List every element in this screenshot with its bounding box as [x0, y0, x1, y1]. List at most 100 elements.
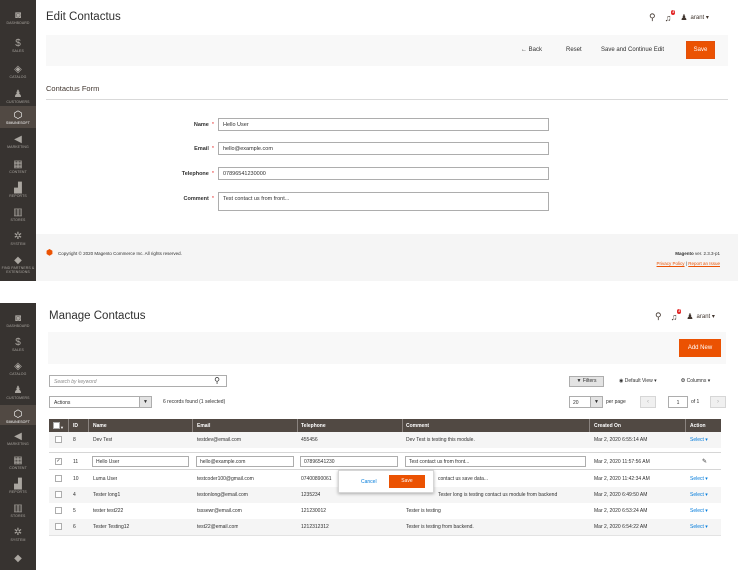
header-tools: ⚲ ♫ 2 ♟ arant ▾: [640, 9, 709, 23]
telephone-field[interactable]: 07896541230000: [218, 167, 549, 180]
user-menu[interactable]: arant ▾: [691, 14, 709, 21]
sidebar-item-stores[interactable]: ▥ STORES: [0, 203, 36, 227]
row-checkbox[interactable]: [55, 523, 62, 530]
sidebar-item-label: DASHBOARD: [6, 21, 30, 25]
pencil-icon[interactable]: ✎: [702, 458, 707, 465]
sidebar-item-content[interactable]: ▦ CONTENT: [0, 451, 36, 475]
sidebar-item-extensions[interactable]: ◆: [0, 549, 36, 569]
prev-page-button[interactable]: ‹: [640, 396, 656, 408]
sidebar-item-label: STORES: [10, 514, 26, 518]
cube-icon: ◈: [14, 361, 22, 372]
sidebar-item-dashboard[interactable]: ◙ DASHBOARD: [0, 6, 36, 30]
row-checkbox[interactable]: [55, 507, 62, 514]
sidebar-item-reports[interactable]: ▟ REPORTS: [0, 475, 36, 499]
row-action-select[interactable]: Select ▾: [690, 524, 708, 530]
screenshot-separator: [0, 281, 738, 303]
sidebar-item-simunesoft[interactable]: ⬡ SIMUNESOFT: [0, 106, 36, 128]
per-page-select[interactable]: 20 ▼: [569, 396, 603, 408]
cell-id: 6: [73, 524, 76, 530]
col-name[interactable]: Name: [93, 423, 107, 429]
cell-name: tester test222: [93, 508, 124, 514]
search-input[interactable]: Search by keyword ⚲: [49, 375, 227, 387]
row-action-select[interactable]: Select ▾: [690, 508, 708, 514]
sidebar-item-sales[interactable]: $ SALES: [0, 333, 36, 357]
hexagon-icon: ⬡: [13, 409, 23, 420]
sidebar-item-marketing[interactable]: ◀ MARKETING: [0, 130, 36, 154]
col-telephone[interactable]: Telephone: [301, 423, 326, 429]
col-id[interactable]: ID: [73, 423, 78, 429]
sidebar-item-reports[interactable]: ▟ REPORTS: [0, 179, 36, 203]
sidebar-item-marketing[interactable]: ◀ MARKETING: [0, 427, 36, 451]
mass-select-checkbox[interactable]: ▼: [53, 422, 64, 431]
user-menu[interactable]: arant ▾: [697, 313, 715, 320]
add-new-button[interactable]: Add New: [679, 339, 721, 357]
back-button[interactable]: ← Back: [521, 47, 542, 53]
name-field[interactable]: Hello User: [218, 118, 549, 131]
row-checkbox[interactable]: [55, 436, 62, 443]
bar-chart-icon: ▟: [14, 183, 22, 194]
sidebar-item-dashboard[interactable]: ◙ DASHBOARD: [0, 309, 36, 333]
filters-button[interactable]: ▼ Filters: [569, 376, 604, 387]
actions-dropdown[interactable]: Actions ▼: [49, 396, 152, 408]
row-checkbox[interactable]: [55, 491, 62, 498]
columns-selector[interactable]: ❂ Columns ▾: [681, 378, 710, 384]
row-action-select[interactable]: Select ▾: [690, 437, 708, 443]
save-button[interactable]: Save: [686, 41, 715, 59]
section-divider: [46, 99, 728, 100]
view-selector[interactable]: ◉ Default View ▾: [619, 378, 657, 384]
cell-email: testdev@email.com: [197, 437, 241, 443]
grid-header: ▼ ID Name Email Telephone Comment Create…: [49, 419, 721, 432]
bell-icon[interactable]: ♫ 2: [671, 308, 682, 322]
eye-icon: ◉: [619, 378, 624, 384]
table-row: 6 Tester Testing12 test22@email.com 1212…: [49, 519, 721, 535]
row-checkbox[interactable]: [55, 475, 62, 482]
footer-links: Privacy Policy | Report an Issue: [656, 261, 720, 266]
sidebar-item-sales[interactable]: $ SALES: [0, 34, 36, 58]
inline-comment-input[interactable]: Test contact us from front...: [405, 456, 586, 467]
row-action-select[interactable]: Select ▾: [690, 492, 708, 498]
sidebar-item-catalog[interactable]: ◈ CATALOG: [0, 60, 36, 84]
col-email[interactable]: Email: [197, 423, 210, 429]
cell-telephone: 455456: [301, 437, 318, 443]
col-created-on[interactable]: Created On: [594, 423, 621, 429]
comment-field[interactable]: Test contact us from front...: [218, 192, 549, 211]
cell-comment: Tester is testing from backend.: [406, 524, 474, 530]
store-icon: ▥: [13, 503, 23, 514]
edit-main: Edit Contactus ⚲ ♫ 2 ♟ arant ▾ ← Back Res…: [36, 0, 738, 281]
inline-cancel-button[interactable]: Cancel: [361, 479, 377, 485]
report-issue-link[interactable]: Report an Issue: [688, 261, 720, 266]
sidebar-item-simunesoft[interactable]: ⬡ SIMUNESOFT: [0, 405, 36, 425]
inline-name-input[interactable]: Hello User: [92, 456, 189, 467]
sidebar-item-customers[interactable]: ♟ CUSTOMERS: [0, 381, 36, 405]
table-row: 8 Dev Test testdev@email.com 455456 Dev …: [49, 432, 721, 448]
next-page-button[interactable]: ›: [710, 396, 726, 408]
inline-telephone-input[interactable]: 07896541230: [300, 456, 398, 467]
telephone-label: Telephone *: [181, 171, 214, 177]
sidebar-item-system[interactable]: ✲ SYSTEM: [0, 523, 36, 547]
search-icon[interactable]: ⚲: [655, 311, 662, 322]
col-comment[interactable]: Comment: [406, 423, 429, 429]
sidebar-item-catalog[interactable]: ◈ CATALOG: [0, 357, 36, 381]
privacy-link[interactable]: Privacy Policy: [657, 261, 685, 266]
search-icon[interactable]: ⚲: [649, 12, 656, 23]
sidebar-item-content[interactable]: ▦ CONTENT: [0, 155, 36, 179]
sidebar-item-find-partners-extensions[interactable]: ◆ FIND PARTNERS & EXTENSIONS: [0, 251, 36, 279]
email-label: Email *: [194, 146, 214, 152]
page-input[interactable]: 1: [668, 396, 688, 408]
sidebar-item-system[interactable]: ✲ SYSTEM: [0, 227, 36, 251]
inline-save-button[interactable]: Save: [389, 475, 425, 488]
inline-email-input[interactable]: hello@example.com: [196, 456, 294, 467]
save-continue-button[interactable]: Save and Continue Edit: [601, 47, 664, 53]
cell-telephone: 1235234: [301, 492, 321, 498]
bell-icon[interactable]: ♫ 2: [665, 9, 676, 23]
sidebar-item-stores[interactable]: ▥ STORES: [0, 499, 36, 523]
search-icon[interactable]: ⚲: [214, 376, 220, 385]
cell-created: Mar 2, 2020 6:55:14 AM: [594, 437, 648, 443]
cell-name: Tester long1: [93, 492, 121, 498]
gear-icon: ✲: [13, 231, 23, 242]
footer: [36, 234, 738, 281]
row-action-select[interactable]: Select ▾: [690, 476, 708, 482]
reset-button[interactable]: Reset: [566, 47, 582, 53]
email-field[interactable]: hello@example.com: [218, 142, 549, 155]
row-checkbox-checked[interactable]: ✓: [55, 458, 62, 465]
